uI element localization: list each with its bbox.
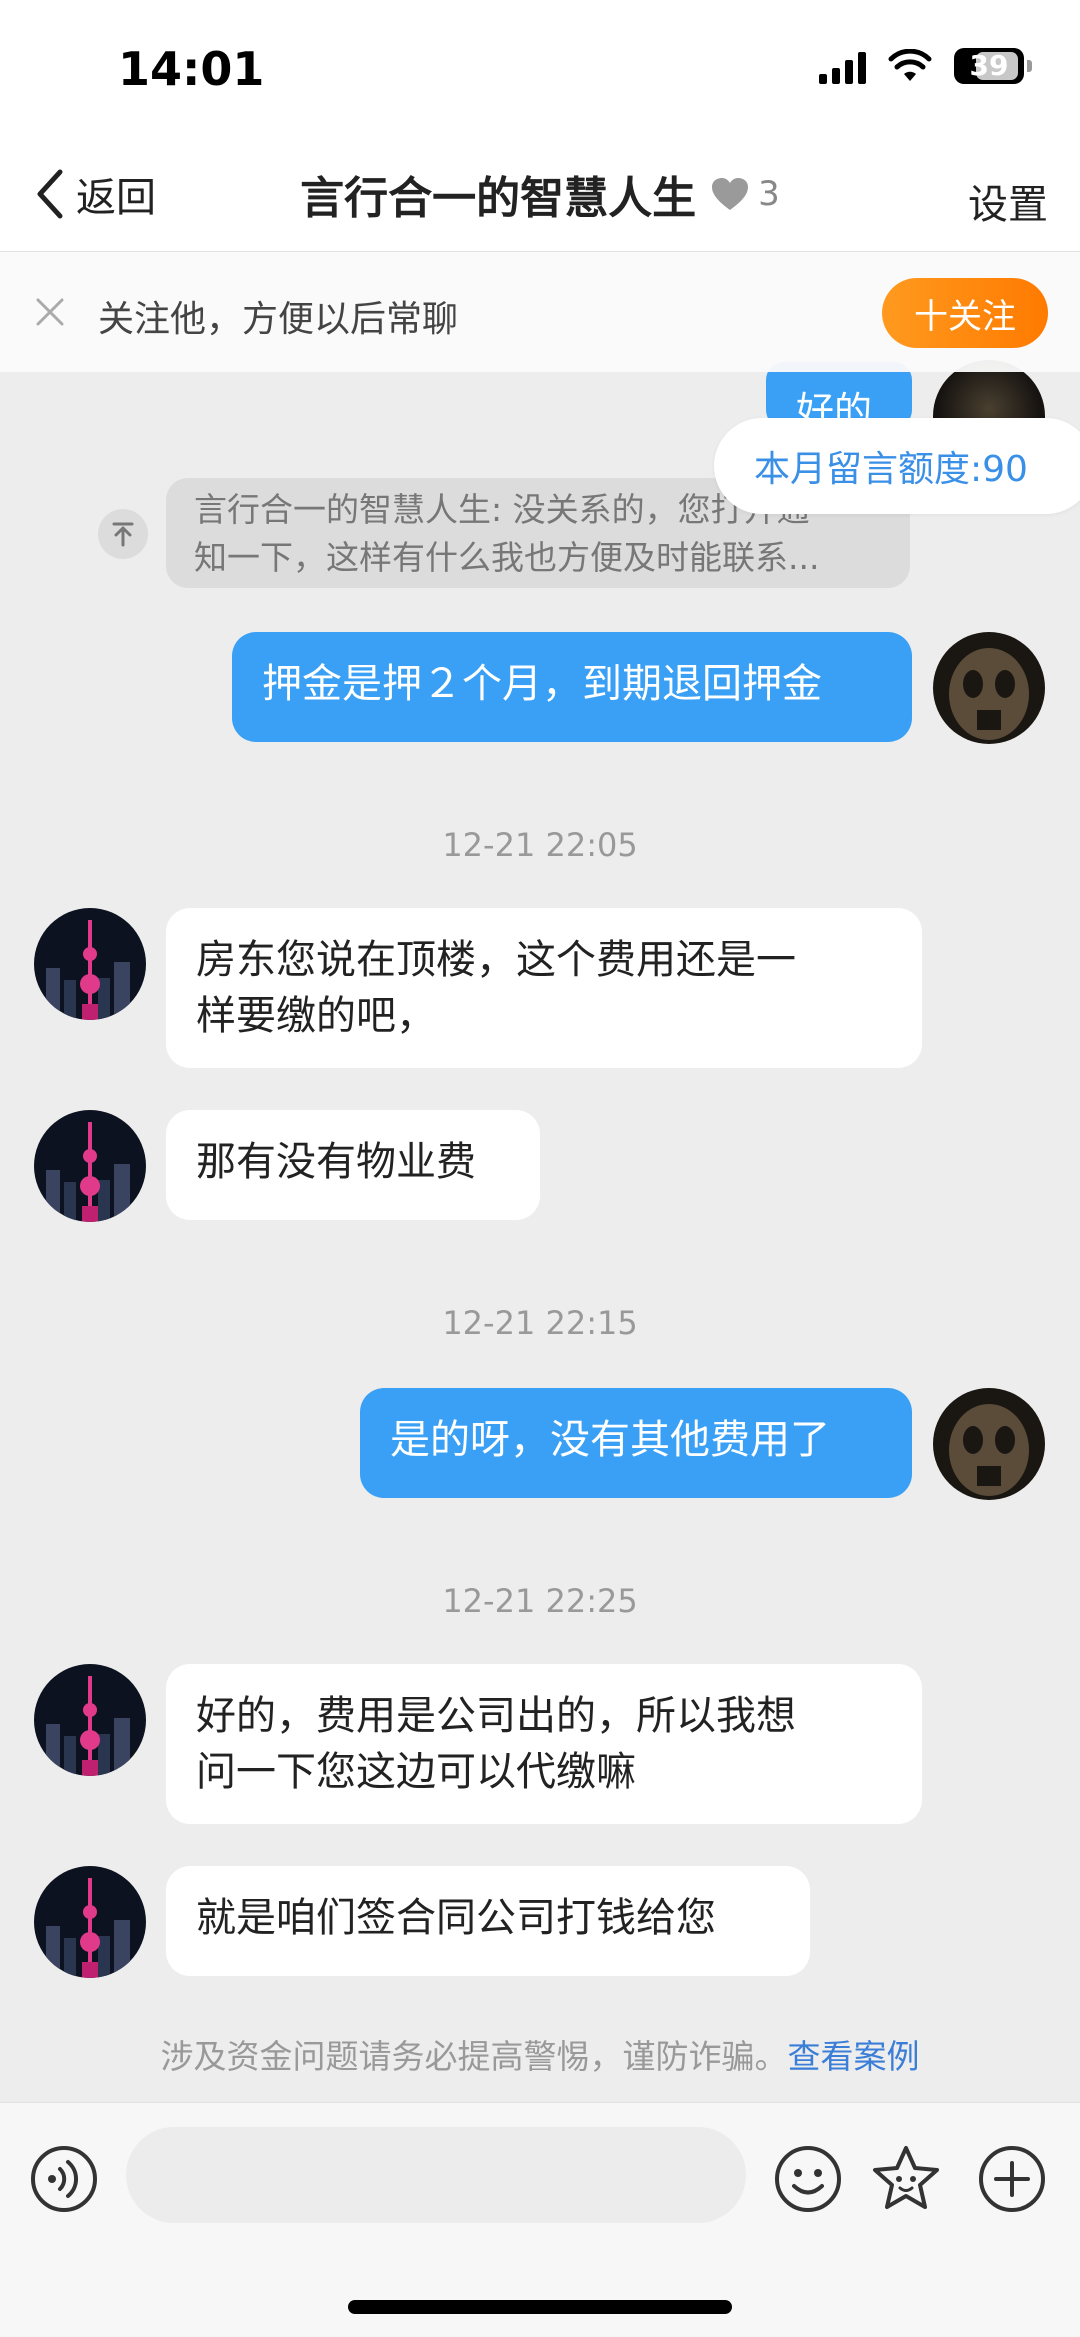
message-text-line: 问一下您这边可以代缴嘛 [196,1749,636,1795]
avatar-contact[interactable] [34,908,146,1020]
message-bubble-incoming[interactable]: 好的，费用是公司出的，所以我想 问一下您这边可以代缴嘛 [166,1664,922,1824]
status-bar: 14:01 39 [0,0,1080,140]
view-cases-link[interactable]: 查看案例 [788,2037,920,2076]
message-text: 是的呀，没有其他费用了 [390,1417,830,1463]
back-button[interactable]: 返回 [30,162,156,226]
message-text-line: 好的，费用是公司出的，所以我想 [196,1693,796,1739]
sticker-icon[interactable] [870,2143,942,2215]
heart-icon [712,178,749,210]
plus-icon[interactable] [976,2143,1048,2215]
battery-level: 39 [969,49,1009,82]
page-title: 言行合一的智慧人生 [300,173,697,224]
status-time: 14:01 [118,42,265,96]
follow-button[interactable]: 十关注 [882,278,1048,348]
timestamp: 12-21 22:05 [442,826,638,864]
wifi-icon [888,49,932,81]
voice-icon[interactable] [28,2143,100,2215]
follow-prompt: 关注他，方便以后常聊 [98,299,459,340]
nav-bar: 返回 言行合一的智慧人生 3 设置 [0,140,1080,252]
avatar-self[interactable] [933,1388,1045,1500]
avatar-contact[interactable] [34,1866,146,1978]
message-text: 就是咱们签合同公司打钱给您 [196,1895,716,1941]
intimacy-count: 3 [758,174,780,214]
chat-screen: 14:01 39 返回 言行合一的智慧人生 3 设置 好的 关注他，方便以后常聊… [0,0,1080,2337]
message-quota-badge[interactable]: 本月留言额度:90 [714,418,1080,514]
chevron-left-icon [37,169,63,219]
close-icon[interactable] [30,292,70,332]
message-bubble-outgoing[interactable]: 押金是押２个月，到期退回押金 [232,632,912,742]
battery-icon: 39 [954,48,1032,84]
message-text-line: 房东您说在顶楼，这个费用还是一 [196,937,796,983]
signal-icon [819,48,866,84]
avatar-contact[interactable] [34,1110,146,1222]
message-text: 押金是押２个月，到期退回押金 [262,661,822,707]
message-bubble-incoming[interactable]: 就是咱们签合同公司打钱给您 [166,1866,810,1976]
timestamp: 12-21 22:15 [442,1304,638,1342]
timestamp: 12-21 22:25 [442,1582,638,1620]
avatar-contact[interactable] [34,1664,146,1776]
home-indicator [348,2300,732,2314]
nav-title-group: 言行合一的智慧人生 3 [0,162,1080,226]
message-bubble-outgoing[interactable]: 是的呀，没有其他费用了 [360,1388,912,1498]
back-label: 返回 [76,175,156,221]
status-icons: 39 [819,48,1032,84]
message-text: 那有没有物业费 [196,1139,476,1185]
emoji-icon[interactable] [772,2143,844,2215]
pin-top-icon[interactable] [98,509,148,559]
warning-text: 涉及资金问题请务必提高警惕，谨防诈骗。 [160,2037,788,2076]
quoted-line: 知一下，这样有什么我也方便及时能联系... [194,538,820,577]
message-bubble-incoming[interactable]: 房东您说在顶楼，这个费用还是一 样要缴的吧， [166,908,922,1068]
avatar-self[interactable] [933,632,1045,744]
settings-button[interactable]: 设置 [968,172,1048,230]
message-text-line: 样要缴的吧， [196,993,436,1039]
fraud-warning: 涉及资金问题请务必提高警惕，谨防诈骗。查看案例 [0,2030,1080,2078]
message-input[interactable] [126,2127,746,2223]
follow-banner: 关注他，方便以后常聊 十关注 [0,252,1080,372]
message-bubble-incoming[interactable]: 那有没有物业费 [166,1110,540,1220]
